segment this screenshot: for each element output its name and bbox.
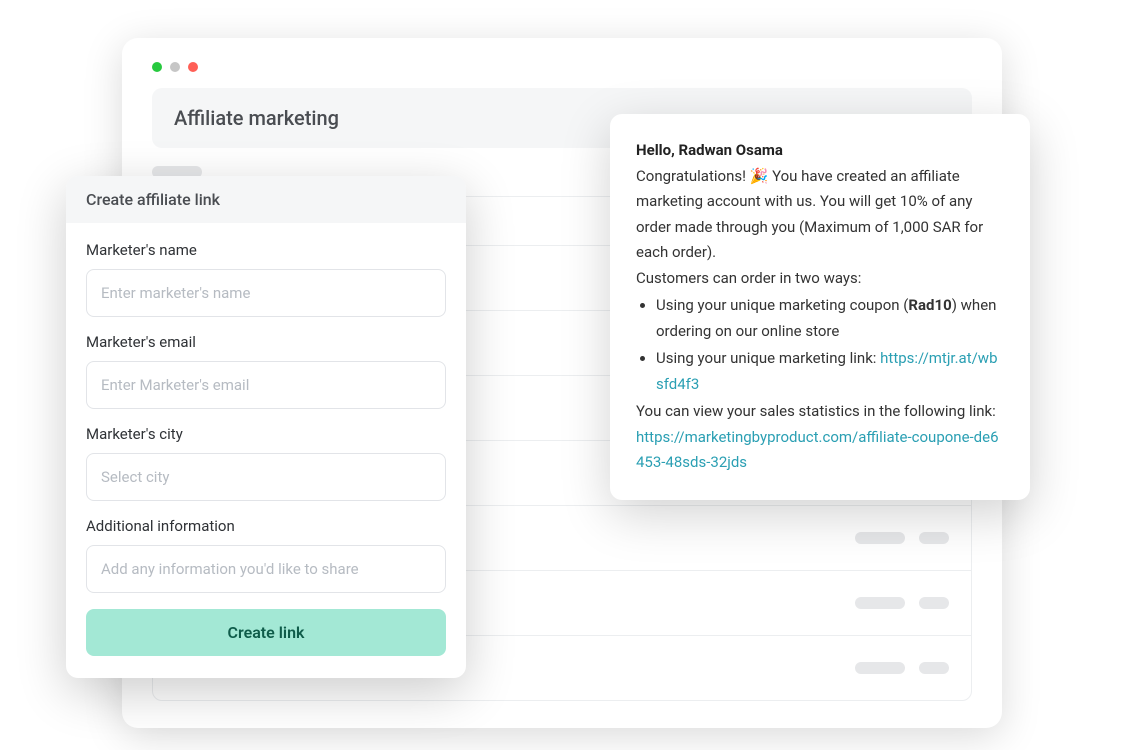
window-controls: [152, 62, 972, 72]
traffic-grey-icon[interactable]: [170, 62, 180, 72]
notification-card: Hello, Radwan Osama Congratulations! 🎉 Y…: [610, 114, 1030, 500]
congrats-prefix: Congratulations!: [636, 167, 750, 185]
coupon-code: Rad10: [908, 296, 951, 314]
email-label: Marketer's email: [86, 333, 446, 351]
list-item: Using your unique marketing coupon (Rad1…: [656, 293, 1004, 344]
marketer-city-select[interactable]: [86, 453, 446, 501]
name-label: Marketer's name: [86, 241, 446, 259]
row-placeholder: [919, 532, 949, 544]
row-placeholder: [855, 662, 905, 674]
additional-info-input[interactable]: [86, 545, 446, 593]
notification-subheading: Customers can order in two ways:: [636, 266, 1004, 292]
traffic-green-icon[interactable]: [152, 62, 162, 72]
stats-link[interactable]: https://marketingbyproduct.com/affiliate…: [636, 428, 999, 472]
row-placeholder: [919, 662, 949, 674]
create-link-button[interactable]: Create link: [86, 609, 446, 656]
form-group-name: Marketer's name: [86, 241, 446, 317]
traffic-red-icon[interactable]: [188, 62, 198, 72]
form-group-city: Marketer's city: [86, 425, 446, 501]
row-placeholder: [855, 532, 905, 544]
form-group-email: Marketer's email: [86, 333, 446, 409]
notification-footer: You can view your sales statistics in th…: [636, 399, 1004, 476]
row-placeholder: [919, 597, 949, 609]
modal-title: Create affiliate link: [66, 176, 466, 223]
list-item: Using your unique marketing link: https:…: [656, 346, 1004, 397]
notification-list: Using your unique marketing coupon (Rad1…: [636, 293, 1004, 397]
marketer-name-input[interactable]: [86, 269, 446, 317]
notification-greeting: Hello, Radwan Osama: [636, 138, 1004, 164]
notification-body: Congratulations! 🎉 You have created an a…: [636, 164, 1004, 266]
bullet-text: Using your unique marketing coupon (: [656, 296, 908, 314]
bullet-text: Using your unique marketing link:: [656, 349, 880, 367]
row-placeholder: [855, 597, 905, 609]
info-label: Additional information: [86, 517, 446, 535]
party-popper-icon: 🎉: [750, 167, 769, 185]
city-label: Marketer's city: [86, 425, 446, 443]
marketer-email-input[interactable]: [86, 361, 446, 409]
modal-body: Marketer's name Marketer's email Markete…: [66, 223, 466, 678]
footer-text: You can view your sales statistics in th…: [636, 402, 996, 420]
form-group-info: Additional information: [86, 517, 446, 593]
create-affiliate-modal: Create affiliate link Marketer's name Ma…: [66, 176, 466, 678]
